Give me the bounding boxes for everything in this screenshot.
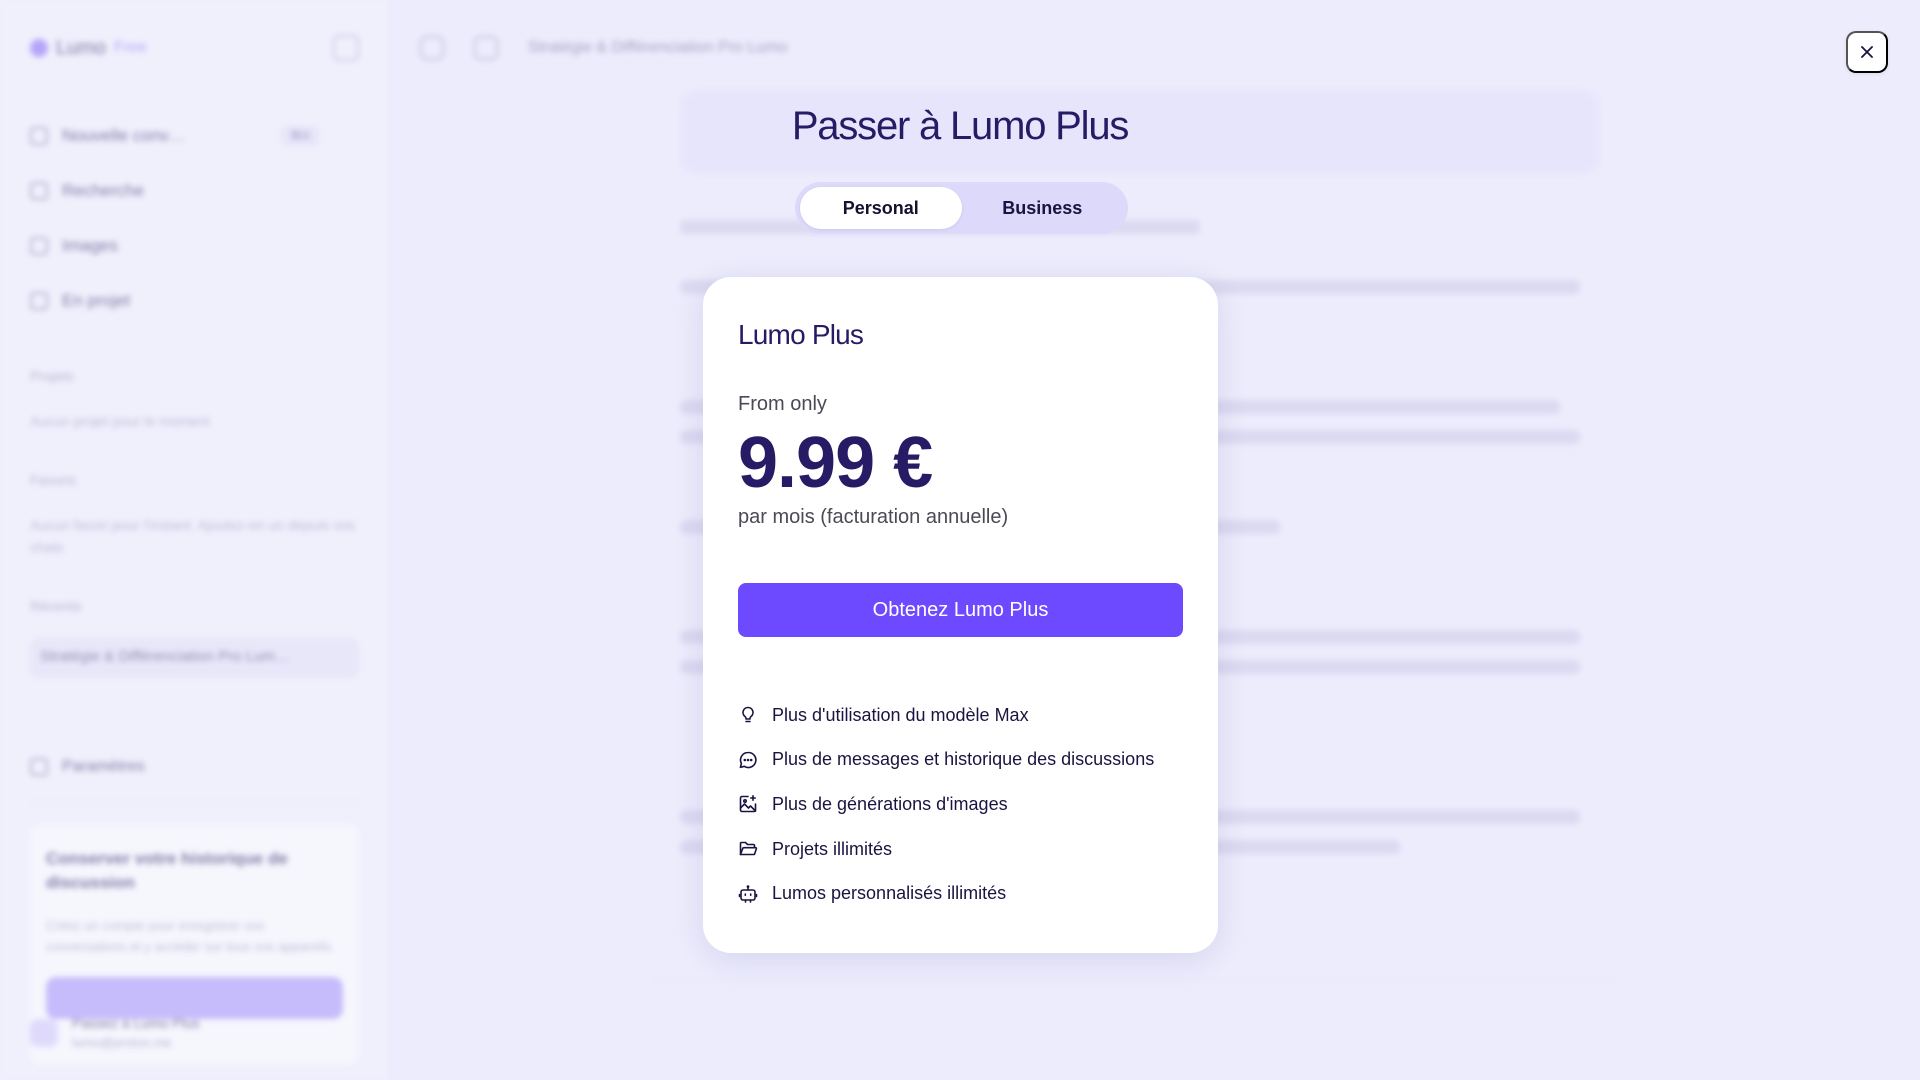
collapse-sidebar-icon[interactable] xyxy=(333,35,359,61)
section-text: Aucun projet pour le moment xyxy=(30,413,210,429)
avatar xyxy=(30,1018,58,1047)
price: 9.99 € xyxy=(738,423,933,503)
lightbulb-icon xyxy=(742,706,754,723)
promo-title: Conserver votre historique de discussion xyxy=(46,849,288,892)
sidebar-item-search[interactable]: Recherche xyxy=(30,163,359,218)
feature-item: Plus d'utilisation du modèle Max xyxy=(738,693,1183,738)
close-button[interactable] xyxy=(1846,31,1888,73)
chat-title: Stratégie & Différenciation Pro Lumo xyxy=(528,39,788,56)
plan-name: Lumo Plus xyxy=(738,319,864,350)
sidebar-section-projects: Projets Aucun projet pour le moment xyxy=(30,368,359,432)
image-icon xyxy=(30,236,48,255)
get-lumo-plus-button[interactable]: Obtenez Lumo Plus xyxy=(738,583,1183,637)
feature-label: Lumos personnalisés illimités xyxy=(772,883,1007,904)
recent-chat-item[interactable]: Stratégie & Différenciation Pro Lum… xyxy=(30,638,359,678)
sidebar-section-recent: Récents Stratégie & Différenciation Pro … xyxy=(30,598,359,678)
modal-title: Passer à Lumo Plus xyxy=(791,104,1130,148)
user-account[interactable]: Passez à Lumo Plus lumo@proton.me xyxy=(30,1015,200,1050)
user-email: lumo@proton.me xyxy=(72,1035,172,1050)
plan-type-toggle: Personal Business xyxy=(795,182,1128,234)
sidebar-item-label: Recherche xyxy=(62,180,145,200)
close-icon xyxy=(1861,46,1873,58)
user-name: Passez à Lumo Plus xyxy=(72,1015,200,1031)
promo-text: Créez un compte pour enregistrer vos con… xyxy=(46,918,335,954)
history-icon[interactable] xyxy=(420,36,444,60)
image-sparkle-icon xyxy=(739,795,757,813)
brand-name: Lumo xyxy=(56,36,107,59)
sidebar-section-favorites: Favoris Aucun favori pour l'instant. Ajo… xyxy=(30,472,359,558)
sidebar-item-label: Paramètres xyxy=(62,758,145,775)
section-text: Aucun favori pour l'instant. Ajoutez-en … xyxy=(30,517,355,555)
chat-bubble-icon xyxy=(739,751,757,769)
feature-item: Plus de messages et historique des discu… xyxy=(738,738,1183,783)
sidebar-item-label: Images xyxy=(62,235,118,255)
price-from-label: From only xyxy=(738,393,827,415)
feature-item: Projets illimités xyxy=(738,827,1183,872)
sidebar-item-images[interactable]: Images xyxy=(30,218,359,273)
search-icon xyxy=(30,181,48,200)
billing-period: par mois (facturation annuelle) xyxy=(738,506,1009,528)
lumo-logo-icon xyxy=(30,39,48,57)
tab-business[interactable]: Business xyxy=(962,187,1124,229)
feature-label: Plus de générations d'images xyxy=(772,793,1008,814)
feature-item: Lumos personnalisés illimités xyxy=(738,871,1183,916)
brand-tag: Free xyxy=(114,39,147,56)
feature-label: Plus d'utilisation du modèle Max xyxy=(772,704,1029,725)
chat-header: Stratégie & Différenciation Pro Lumo xyxy=(390,0,1920,96)
layout-icon[interactable] xyxy=(474,36,498,60)
brand-logo: Lumo Free xyxy=(30,37,147,60)
section-title: Projets xyxy=(30,368,74,384)
feature-label: Projets illimités xyxy=(772,838,893,859)
feature-list: Plus d'utilisation du modèle Max Plus de… xyxy=(738,693,1183,916)
sidebar-item-label: En projet xyxy=(62,290,131,310)
tab-personal[interactable]: Personal xyxy=(800,187,962,229)
section-title: Récents xyxy=(30,598,82,614)
feature-item: Plus de générations d'images xyxy=(738,782,1183,827)
sidebar-header: Lumo Free xyxy=(30,32,359,64)
folder-open-icon xyxy=(739,841,758,856)
sidebar-item-settings[interactable]: Paramètres xyxy=(30,758,359,803)
sidebar-item-projects[interactable]: En projet xyxy=(30,273,359,328)
section-title: Favoris xyxy=(30,472,76,488)
bot-icon xyxy=(738,884,758,903)
gear-icon xyxy=(30,758,48,776)
composer xyxy=(650,980,1610,1030)
feature-label: Plus de messages et historique des discu… xyxy=(772,749,1155,770)
sidebar: Lumo Free Nouvelle conv… ⌘K Recherche Im… xyxy=(0,0,390,1080)
promo-button[interactable] xyxy=(46,977,343,1019)
plan-card: Lumo Plus From only 9.99 € par mois (fac… xyxy=(703,277,1218,953)
folder-icon xyxy=(30,291,48,310)
